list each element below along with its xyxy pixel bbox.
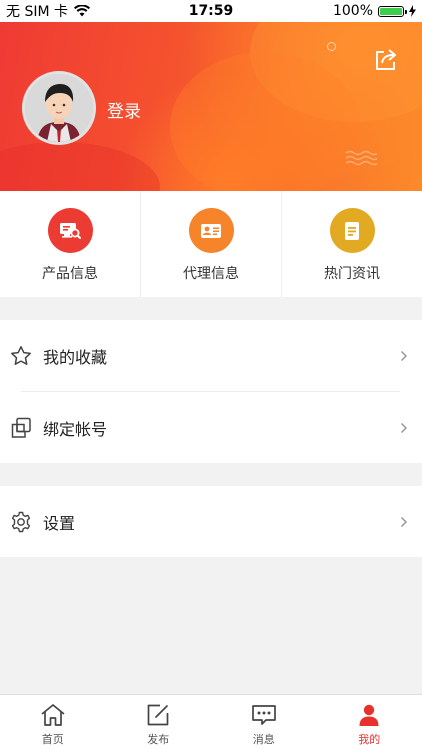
menu-item-label: 我的收藏: [43, 347, 108, 367]
tab-messages[interactable]: 消息: [211, 695, 317, 750]
id-card-icon: [188, 208, 234, 253]
user-avatar-icon: [25, 74, 93, 142]
quick-link-product-info[interactable]: 产品信息: [0, 191, 140, 297]
login-link[interactable]: 登录: [107, 97, 141, 122]
tab-label: 消息: [252, 733, 275, 746]
star-icon: [10, 345, 32, 367]
menu-item-label: 设置: [43, 513, 76, 533]
chevron-right-icon: [400, 422, 408, 433]
product-search-icon: [47, 208, 93, 253]
menu-item-settings[interactable]: 设置: [0, 486, 422, 557]
home-icon: [41, 704, 65, 726]
quick-links: 产品信息 代理信息 热门资讯: [0, 191, 422, 297]
quick-link-hot-news[interactable]: 热门资讯: [281, 191, 422, 297]
message-icon: [251, 705, 276, 725]
quick-link-label: 代理信息: [183, 266, 239, 282]
tab-mine[interactable]: 我的: [317, 695, 422, 750]
tab-label: 我的: [358, 733, 381, 746]
quick-link-agent-info[interactable]: 代理信息: [140, 191, 281, 297]
edit-icon: [147, 704, 169, 726]
battery-level: [380, 7, 402, 15]
tab-label: 发布: [147, 733, 170, 746]
menu-item-label: 绑定帐号: [43, 419, 108, 439]
tab-publish[interactable]: 发布: [106, 695, 212, 750]
quick-link-label: 产品信息: [42, 266, 98, 282]
menu-item-bind-account[interactable]: 绑定帐号: [0, 392, 422, 463]
decor-wave-icon: [345, 150, 377, 166]
tab-bar: 首页 发布 消息 我的: [0, 694, 422, 750]
chevron-right-icon: [400, 350, 408, 361]
share-icon[interactable]: [373, 47, 399, 73]
tab-label: 首页: [41, 733, 64, 746]
tab-home[interactable]: 首页: [0, 695, 106, 750]
menu-group-1: 我的收藏 绑定帐号: [0, 320, 422, 463]
menu-item-favorites[interactable]: 我的收藏: [0, 320, 422, 391]
chevron-right-icon: [400, 516, 408, 527]
person-icon: [359, 704, 379, 726]
link-icon: [10, 417, 32, 439]
avatar[interactable]: [22, 71, 96, 145]
status-bar: 无 SIM 卡 17:59 100%: [0, 0, 422, 22]
quick-link-label: 热门资讯: [324, 266, 380, 282]
battery-icon: [378, 5, 407, 17]
status-right: 100%: [333, 3, 422, 19]
profile-header: 登录: [0, 22, 422, 191]
document-icon: [329, 208, 375, 253]
gear-icon: [10, 511, 32, 533]
decor-dot: [327, 42, 336, 51]
charging-icon: [409, 5, 416, 17]
battery-percent: 100%: [332, 3, 373, 19]
menu-group-2: 设置: [0, 486, 422, 557]
